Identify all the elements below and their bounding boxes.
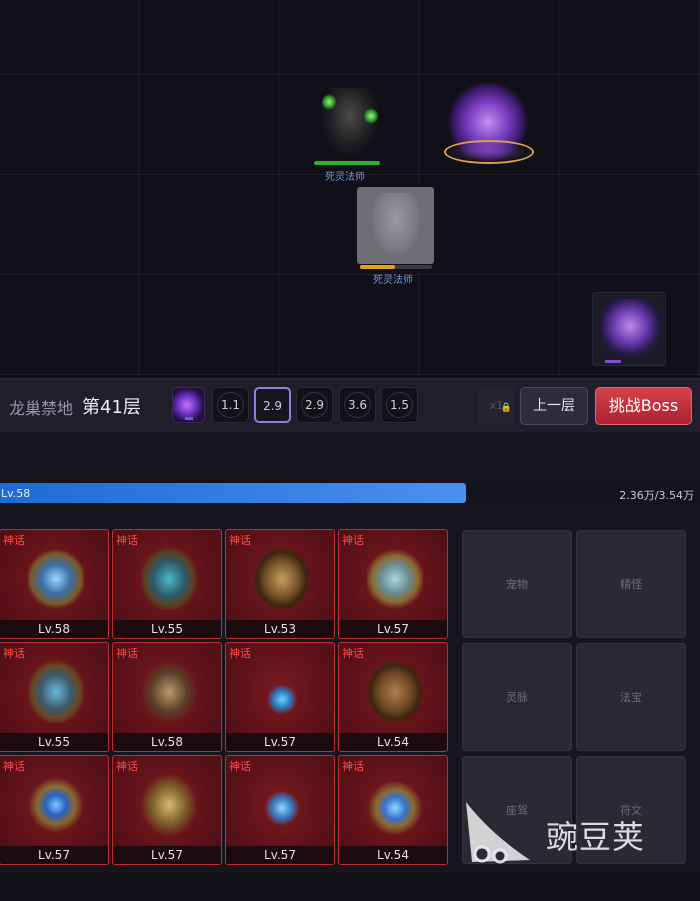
experience-fill [0, 483, 467, 503]
boots-icon [367, 661, 423, 723]
hero-portrait-sprite [601, 299, 659, 359]
item-level: Lv.57 [226, 846, 334, 864]
hero-aura-ring [444, 140, 534, 164]
unit-name-label: 死灵法师 [373, 275, 413, 286]
unit-name-label: 死灵法师 [325, 172, 365, 183]
floor-label: 第41层 [82, 397, 141, 418]
item-level: Lv.57 [113, 846, 221, 864]
equipment-slot[interactable]: 神话 Lv.58 [0, 529, 109, 639]
talisman-icon [141, 774, 197, 836]
sword-shield-icon [28, 548, 84, 610]
skill-indicator-icon [185, 417, 193, 420]
rarity-label: 神话 [342, 760, 364, 773]
item-level: Lv.58 [0, 620, 108, 638]
item-level: Lv.57 [226, 733, 334, 751]
item-level: Lv.54 [339, 733, 447, 751]
helmet-icon [141, 548, 197, 610]
rarity-label: 神话 [3, 647, 25, 660]
rarity-label: 神话 [229, 534, 251, 547]
equipment-slot[interactable]: 神话 Lv.55 [112, 529, 222, 639]
earring-icon [254, 774, 310, 836]
item-level: Lv.55 [113, 620, 221, 638]
necromancer-hp-bar [314, 161, 380, 165]
gauntlet-icon [28, 661, 84, 723]
rarity-label: 神话 [342, 534, 364, 547]
skill-icon[interactable] [172, 387, 205, 423]
item-level: Lv.55 [0, 733, 108, 751]
item-level: Lv.57 [339, 620, 447, 638]
equipment-slot[interactable]: 神话 Lv.57 [225, 755, 335, 865]
hero-mana-bar [605, 360, 621, 363]
equipment-slot[interactable]: 神话 Lv.53 [225, 529, 335, 639]
rarity-label: 神话 [3, 534, 25, 547]
necromancer-unit-1[interactable]: 死灵法师 [314, 88, 386, 183]
amulet-icon [367, 774, 423, 836]
speed-option-4[interactable]: 3.6 [339, 387, 376, 423]
item-level: Lv.53 [226, 620, 334, 638]
watermark: 豌豆荚 [460, 790, 690, 870]
speed-ring-icon [344, 392, 371, 418]
bottom-strip [0, 872, 700, 901]
necklace-icon [254, 661, 310, 723]
equipment-slot[interactable]: 神话 Lv.54 [338, 642, 448, 752]
equipment-slot[interactable]: 神话 Lv.54 [338, 755, 448, 865]
item-level: Lv.54 [339, 846, 447, 864]
stage-control-bar: 龙巢禁地 第41层 1.1 2.9 2.9 3.6 1.5 x1 🔒 上一层 挑… [0, 378, 700, 432]
ring-icon [28, 774, 84, 836]
watermark-text: 豌豆荚 [546, 818, 646, 856]
speed-value: 2.9 [262, 399, 283, 413]
previous-floor-button[interactable]: 上一层 [520, 387, 588, 425]
equipment-slot[interactable]: 神话 Lv.57 [338, 529, 448, 639]
battlefield: 死灵法师 死灵法师 [0, 0, 700, 380]
necromancer-hp-fill-2 [360, 265, 395, 269]
necromancer-unit-2[interactable] [357, 187, 434, 264]
equipment-slot[interactable]: 神话 Lv.57 [225, 642, 335, 752]
equipment-grid: 神话 Lv.58 神话 Lv.55 神话 Lv.53 神话 Lv.57 神话 Lv.55 神话 Lv.… [0, 510, 456, 870]
player-level: Lv.58 [1, 487, 31, 500]
rarity-label: 神话 [116, 647, 138, 660]
feature-pet[interactable]: 宠物 [462, 530, 572, 638]
pea-pod-logo-icon [466, 802, 530, 864]
speed-option-2[interactable]: 2.9 [254, 387, 291, 423]
lock-icon: 🔒 [500, 403, 512, 413]
rarity-label: 神话 [229, 760, 251, 773]
speed-ring-icon [301, 392, 328, 418]
challenge-boss-button[interactable]: 挑战Boss [595, 387, 692, 425]
equipment-slot[interactable]: 神话 Lv.57 [0, 755, 109, 865]
armor-icon [254, 548, 310, 610]
experience-value: 2.36万/3.54万 [619, 489, 694, 502]
speed-option-3[interactable]: 2.9 [296, 387, 333, 423]
item-level: Lv.57 [0, 846, 108, 864]
belt-icon [141, 661, 197, 723]
speed-option-1[interactable]: 1.1 [212, 387, 249, 423]
speed-ring-icon [217, 392, 244, 418]
speed-option-5[interactable]: 1.5 [381, 387, 418, 423]
necromancer-sprite [320, 88, 380, 158]
feature-spirit[interactable]: 精怪 [576, 530, 686, 638]
locked-multiplier-button[interactable]: x1 🔒 [478, 387, 515, 425]
equipment-slot[interactable]: 神话 Lv.58 [112, 642, 222, 752]
feature-treasure[interactable]: 法宝 [576, 643, 686, 751]
hero-portrait-card[interactable] [592, 292, 666, 366]
necromancer-hp-bar-2 [360, 265, 432, 269]
equipment-slot[interactable]: 神话 Lv.57 [112, 755, 222, 865]
rarity-label: 神话 [116, 534, 138, 547]
feature-meridian[interactable]: 灵脉 [462, 643, 572, 751]
rarity-label: 神话 [229, 647, 251, 660]
item-level: Lv.58 [113, 733, 221, 751]
necromancer-ghost-sprite [371, 193, 421, 257]
speed-ring-icon [386, 392, 413, 418]
rarity-label: 神话 [3, 760, 25, 773]
rarity-label: 神话 [342, 647, 364, 660]
experience-bar: Lv.58 2.36万/3.54万 [0, 480, 700, 506]
rarity-label: 神话 [116, 760, 138, 773]
equipment-slot[interactable]: 神话 Lv.55 [0, 642, 109, 752]
round-shield-icon [367, 548, 423, 610]
area-name: 龙巢禁地 [9, 399, 74, 418]
